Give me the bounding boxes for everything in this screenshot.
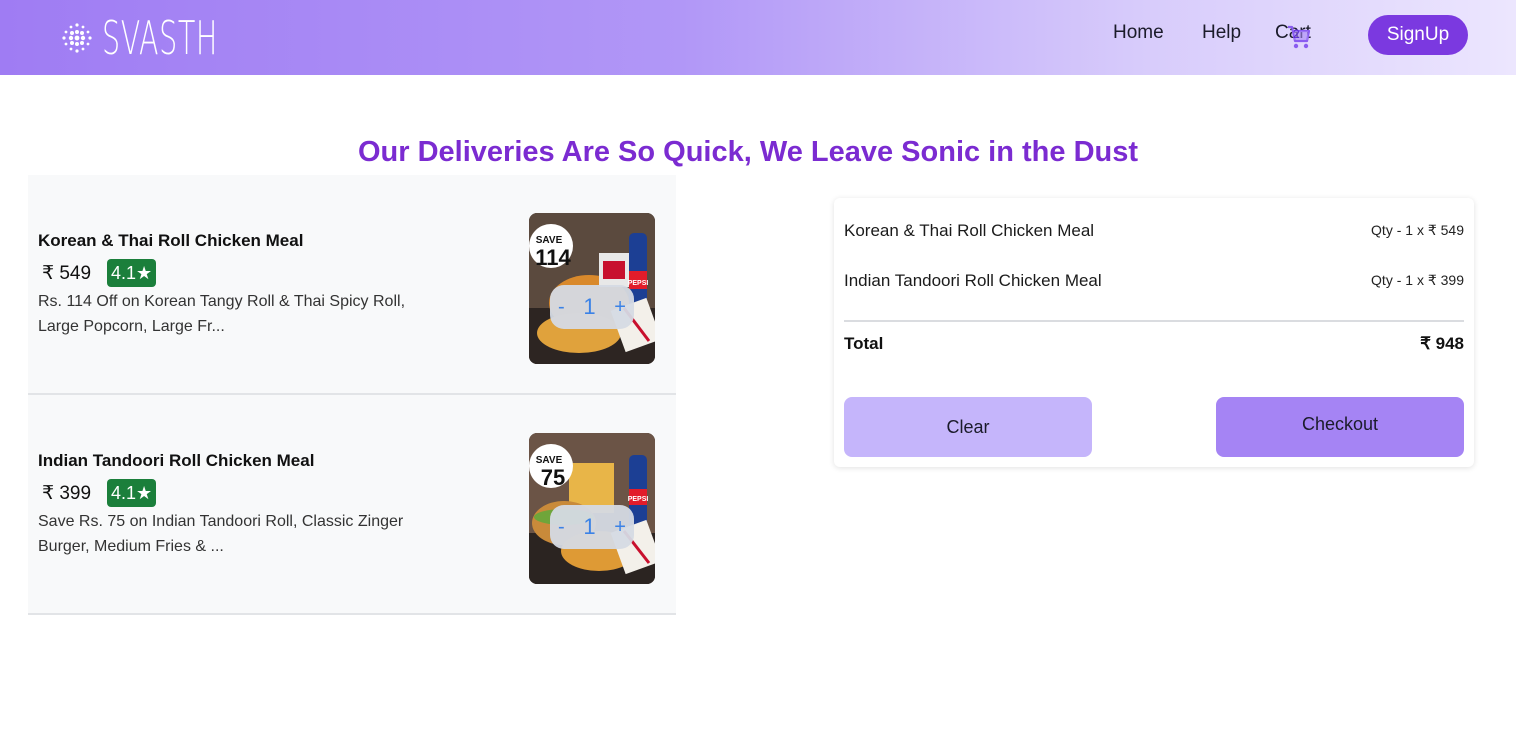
menu-list: Korean & Thai Roll Chicken Meal ₹ 549 4.… <box>28 175 676 615</box>
increase-qty-button[interactable]: + <box>614 296 626 319</box>
quantity-value: 1 <box>583 514 596 539</box>
rating-badge: 4.1★ <box>107 479 157 507</box>
cart-summary: Korean & Thai Roll Chicken Meal Qty - 1 … <box>834 198 1474 467</box>
pepsi-label: PEPSI <box>628 496 649 503</box>
menu-item: Korean & Thai Roll Chicken Meal ₹ 549 4.… <box>28 175 676 395</box>
clear-cart-button[interactable]: Clear <box>844 397 1092 457</box>
decrease-qty-button[interactable]: - <box>558 296 565 319</box>
summary-item-name: Korean & Thai Roll Chicken Meal <box>844 221 1095 240</box>
total-label: Total <box>844 334 884 353</box>
item-name: Indian Tandoori Roll Chicken Meal <box>38 451 315 470</box>
summary-item-qty: Qty - 1 x ₹ 549 <box>1371 222 1464 238</box>
quantity-value: 1 <box>583 294 596 319</box>
brand-logo[interactable]: SVASTH <box>60 12 289 64</box>
checkout-button[interactable]: Checkout <box>1216 397 1464 457</box>
nav-home-link[interactable]: Home <box>1113 22 1164 44</box>
page-headline: Our Deliveries Are So Quick, We Leave So… <box>357 136 1139 168</box>
total-value: ₹ 948 <box>1420 334 1464 353</box>
menu-item: Indian Tandoori Roll Chicken Meal ₹ 399 … <box>28 395 676 615</box>
decrease-qty-button[interactable]: - <box>558 516 565 539</box>
quantity-stepper: - 1 + <box>550 285 634 329</box>
top-navbar: SVASTH Home Help Cart 2 SignUp <box>0 0 1516 75</box>
item-description: Save Rs. 75 on Indian Tandoori Roll, Cla… <box>38 513 404 555</box>
increase-qty-button[interactable]: + <box>614 516 626 539</box>
signup-button[interactable]: SignUp <box>1368 15 1468 55</box>
save-badge-value: 75 <box>541 465 565 490</box>
cart-count-badge: 2 <box>1293 27 1300 41</box>
logo-dots-icon <box>62 23 92 53</box>
save-badge-value: 114 <box>535 245 571 270</box>
rating-badge: 4.1★ <box>107 259 157 287</box>
item-price: ₹ 549 <box>42 263 92 284</box>
divider <box>844 320 1464 322</box>
nav-help-link[interactable]: Help <box>1202 22 1241 44</box>
brand-name: SVASTH <box>102 11 218 65</box>
item-price: ₹ 399 <box>42 483 92 504</box>
quantity-stepper: - 1 + <box>550 505 634 549</box>
summary-item-name: Indian Tandoori Roll Chicken Meal <box>844 271 1102 290</box>
item-description: Rs. 114 Off on Korean Tangy Roll & Thai … <box>38 293 406 335</box>
summary-item-qty: Qty - 1 x ₹ 399 <box>1371 272 1464 288</box>
item-name: Korean & Thai Roll Chicken Meal <box>38 231 304 250</box>
pepsi-label: PEPSI <box>628 280 649 287</box>
